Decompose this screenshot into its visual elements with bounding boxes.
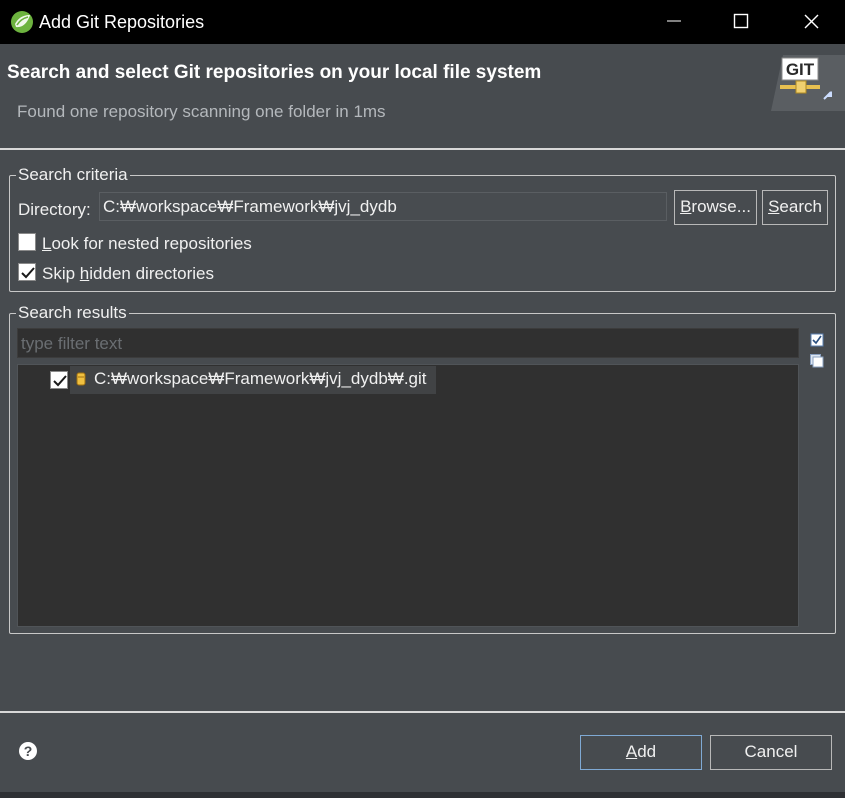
minimize-icon [667, 20, 681, 22]
add-git-repositories-dialog: Add Git Repositories Search and select G… [0, 0, 845, 798]
banner-separator [0, 148, 845, 150]
close-icon [804, 14, 819, 29]
filter-input[interactable]: type filter text [17, 328, 799, 358]
skip-hidden-checkbox[interactable] [18, 263, 36, 281]
deselect-all-icon[interactable] [810, 354, 824, 368]
window-title: Add Git Repositories [39, 12, 205, 32]
nested-repositories-label: Look for nested repositories [42, 234, 252, 253]
wizard-banner [0, 44, 845, 148]
nested-repositories-checkbox[interactable] [18, 233, 36, 251]
check-icon [53, 375, 67, 387]
title-bar[interactable]: Add Git Repositories [0, 0, 845, 44]
maximize-icon [733, 13, 749, 29]
svg-text:?: ? [24, 743, 33, 759]
browse-button[interactable]: Browse... [674, 190, 757, 225]
skip-hidden-label: Skip hidden directories [42, 264, 215, 283]
select-all-icon[interactable] [810, 333, 824, 347]
directory-input[interactable]: C:₩workspace₩Framework₩jvj_dydb [99, 192, 667, 221]
add-button[interactable]: Add [580, 735, 702, 770]
window-bottom-edge [0, 792, 845, 798]
eclipse-app-icon [11, 11, 33, 33]
git-logo-text: GIT [786, 60, 815, 79]
repository-list[interactable] [17, 364, 799, 627]
search-button[interactable]: Search [762, 190, 828, 225]
page-description: Found one repository scanning one folder… [17, 102, 386, 121]
close-button[interactable] [788, 0, 834, 44]
check-icon [21, 267, 35, 279]
cancel-button[interactable]: Cancel [710, 735, 832, 770]
search-criteria-legend: Search criteria [18, 165, 128, 184]
maximize-button[interactable] [718, 0, 764, 44]
page-title: Search and select Git repositories on yo… [7, 62, 542, 83]
minimize-button[interactable] [652, 0, 698, 44]
help-icon[interactable]: ? [18, 741, 38, 761]
git-logo-icon: GIT [771, 55, 845, 111]
repository-checkbox[interactable] [50, 371, 68, 389]
footer-separator [0, 711, 845, 713]
repository-path: C:₩workspace₩Framework₩jvj_dydb₩.git [94, 369, 427, 388]
repository-icon [76, 372, 86, 386]
directory-label: Directory: [18, 200, 91, 219]
search-results-legend: Search results [18, 303, 127, 322]
